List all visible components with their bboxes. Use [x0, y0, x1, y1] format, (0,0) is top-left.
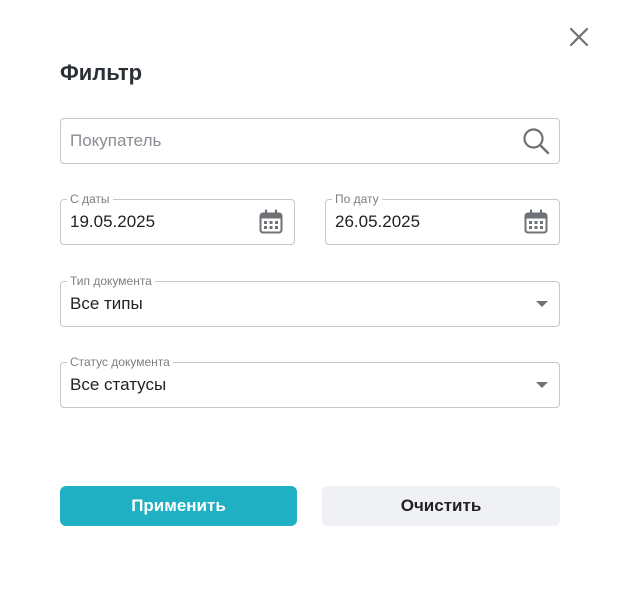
clear-button[interactable]: Очистить — [322, 486, 560, 526]
date-to-value[interactable]: 26.05.2025 — [335, 200, 420, 244]
date-to-field[interactable]: По дату 26.05.2025 — [325, 191, 560, 245]
buyer-search-input[interactable] — [70, 119, 510, 163]
search-icon[interactable] — [521, 126, 551, 156]
caret-down-icon[interactable] — [534, 296, 550, 312]
caret-down-icon[interactable] — [534, 377, 550, 393]
document-status-select[interactable]: Статус документа Все статусы — [60, 354, 560, 408]
buyer-search-field[interactable] — [60, 118, 560, 164]
date-from-field[interactable]: С даты 19.05.2025 — [60, 191, 295, 245]
close-icon — [569, 27, 589, 47]
document-type-select[interactable]: Тип документа Все типы — [60, 273, 560, 327]
close-button[interactable] — [566, 24, 592, 50]
apply-button[interactable]: Применить — [60, 486, 297, 526]
document-status-value[interactable]: Все статусы — [70, 363, 166, 407]
date-from-value[interactable]: 19.05.2025 — [70, 200, 155, 244]
calendar-icon[interactable] — [258, 209, 284, 235]
filter-dialog: Фильтр С даты 19.05.2025 — [0, 0, 622, 593]
document-type-value[interactable]: Все типы — [70, 282, 143, 326]
calendar-icon[interactable] — [523, 209, 549, 235]
dialog-title: Фильтр — [60, 60, 143, 85]
